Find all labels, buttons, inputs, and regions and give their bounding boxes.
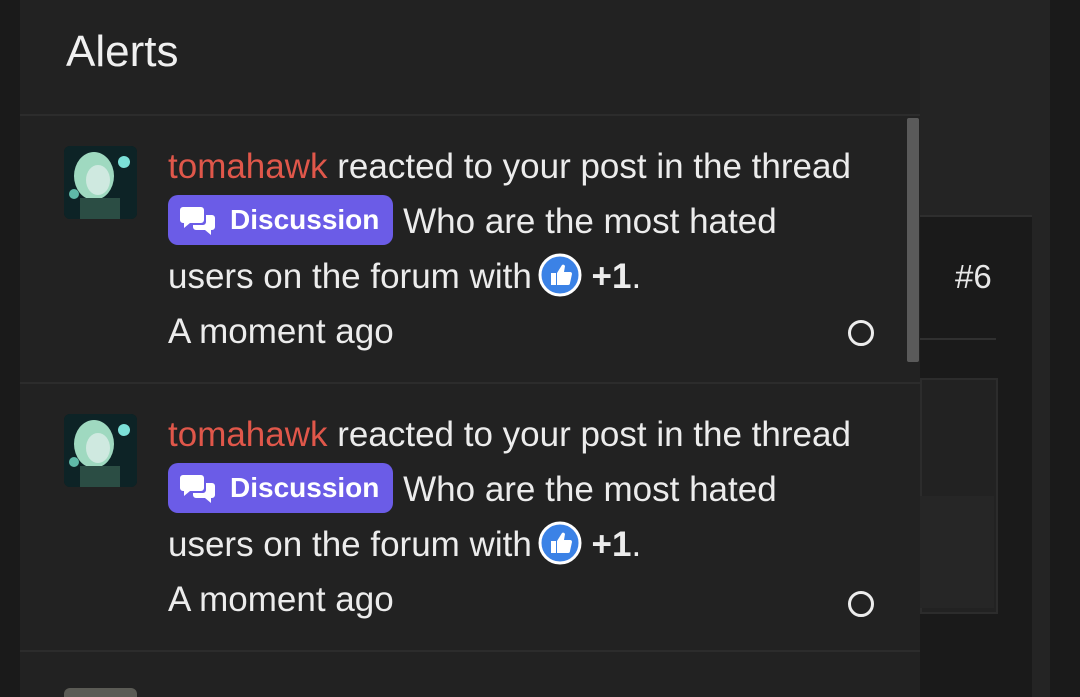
alert-item[interactable]: tomahawk reacted to your post in the thr… (20, 384, 920, 652)
thumbs-up-icon (538, 521, 582, 565)
background-divider (920, 338, 996, 340)
alert-action-text: reacted to your post in the thread (337, 415, 851, 454)
chat-bubbles-icon (180, 206, 215, 235)
alert-period: . (631, 525, 642, 564)
alert-text: tomahawk reacted to your post in the thr… (168, 139, 868, 359)
post-number[interactable]: #6 (955, 258, 992, 296)
background-box-inner (920, 496, 994, 608)
thread-prefix-badge[interactable]: Discussion (168, 194, 394, 245)
alerts-header: Alerts (20, 0, 920, 116)
alerts-panel: Alerts tomahawk reacted to your post in … (20, 0, 920, 697)
alert-time: A moment ago (168, 580, 394, 619)
reaction-name: +1 (591, 257, 632, 296)
alert-username[interactable]: tomahawk (168, 147, 328, 186)
alert-text: tomahawk reacted to your post in the thr… (168, 407, 868, 627)
alert-with-text: with (469, 257, 532, 296)
avatar[interactable] (64, 414, 137, 487)
mark-read-toggle[interactable] (848, 591, 874, 617)
reaction-name: +1 (591, 525, 632, 564)
alert-item[interactable]: tomahawk reacted to your post in the thr… (20, 116, 920, 384)
background-edge (1032, 0, 1050, 697)
scrollbar-thumb[interactable] (907, 118, 919, 362)
thread-prefix-label: Discussion (230, 471, 380, 503)
alert-action-text: reacted to your post in the thread (337, 147, 851, 186)
alert-with-text: with (469, 525, 532, 564)
mark-read-toggle[interactable] (848, 320, 874, 346)
background-panel (920, 0, 1032, 217)
background-far-right (1050, 0, 1080, 697)
thread-prefix-label: Discussion (230, 203, 380, 235)
alert-time: A moment ago (168, 312, 394, 351)
thread-prefix-badge[interactable]: Discussion (168, 462, 394, 513)
alerts-title: Alerts (66, 27, 179, 76)
thumbs-up-icon (538, 253, 582, 297)
alert-username[interactable]: tomahawk (168, 415, 328, 454)
chat-bubbles-icon (180, 474, 215, 503)
avatar[interactable] (64, 146, 137, 219)
alert-period: . (631, 257, 642, 296)
avatar[interactable] (64, 688, 137, 697)
